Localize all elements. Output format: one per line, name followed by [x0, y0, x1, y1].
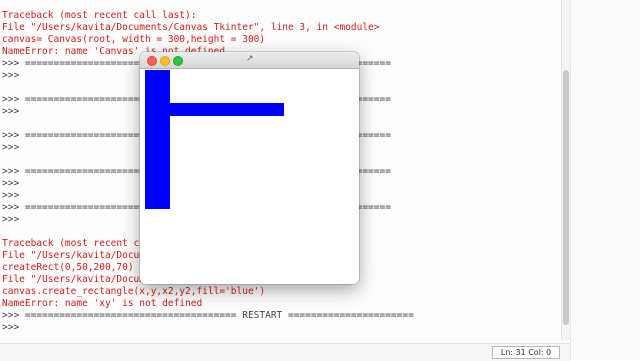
console-line: NameError: name 'xy' is not defined	[2, 298, 203, 309]
console-line: canvas= Canvas(root, width = 300,height …	[2, 34, 266, 45]
canvas-drawing	[145, 70, 284, 209]
tk-canvas[interactable]	[140, 69, 359, 284]
tkinter-window[interactable]: ↗	[140, 52, 359, 284]
cursor-position: Ln: 31 Col: 0	[492, 346, 560, 359]
window-title-icon: ↗	[246, 54, 254, 64]
console-line: >>>	[2, 70, 20, 81]
console-line: File "/Users/kavita/Docum	[2, 274, 145, 285]
console-line: >>>	[2, 142, 20, 153]
console-line: >>>	[2, 214, 20, 225]
vertical-bar-rect	[145, 70, 170, 209]
background-window-edge	[570, 0, 640, 360]
console-line: canvas.create_rectangle(x,y,x2,y2,fill='…	[2, 286, 266, 297]
zoom-button[interactable]	[173, 56, 183, 66]
minimize-button[interactable]	[160, 56, 170, 66]
console-line: >>>	[2, 190, 20, 201]
console-line: File "/Users/kavita/Docum	[2, 250, 145, 261]
console-line: Traceback (most recent call last):	[2, 10, 197, 21]
close-button[interactable]	[147, 56, 157, 66]
status-bar: Ln: 31 Col: 0	[0, 343, 570, 361]
scrollbar-thumb[interactable]	[563, 70, 569, 325]
console-line: >>>	[2, 322, 20, 333]
tk-titlebar[interactable]: ↗	[140, 52, 359, 69]
console-line: >>> ====================================…	[2, 310, 414, 321]
console-line: createRect(0,50,200,70)	[2, 262, 134, 273]
console-line: >>>	[2, 106, 20, 117]
console-line: File "/Users/kavita/Documents/Canvas Tki…	[2, 22, 380, 33]
vertical-scrollbar[interactable]	[561, 0, 570, 340]
console-line: >>>	[2, 178, 20, 189]
horizontal-bar-rect	[170, 103, 284, 116]
